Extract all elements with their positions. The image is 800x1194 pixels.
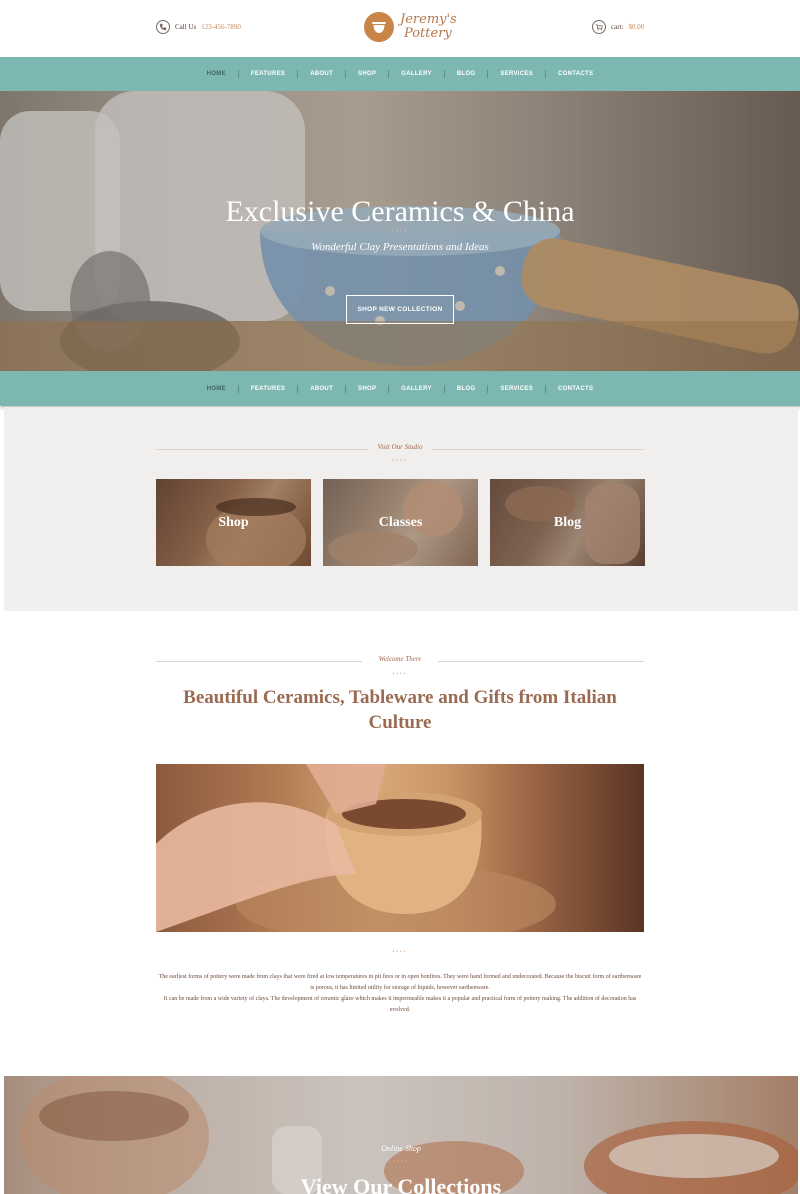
nav-blog[interactable]: BLOG [445, 71, 488, 77]
welcome-paragraph: The earliest forms of pottery were made … [156, 972, 644, 1016]
online-shop-label: Online Shop [381, 1144, 421, 1153]
cart-amount: $0.00 [628, 23, 645, 31]
studio-label: Visit Our Studio [377, 443, 423, 451]
nav-services[interactable]: SERVICES [488, 71, 545, 77]
tile-blog[interactable]: Blog [490, 479, 645, 566]
studio-dots: •••• [392, 459, 408, 464]
logo-text: Jeremy's Pottery [400, 13, 457, 41]
shop-new-collection-button[interactable]: SHOP NEW COLLECTION [346, 295, 454, 324]
site-logo[interactable]: Jeremy's Pottery [364, 12, 457, 42]
nav-gallery[interactable]: GALLERY [389, 386, 444, 392]
logo-line-1: Jeremy's [400, 12, 457, 27]
pottery-wheel-illustration [156, 764, 556, 932]
hero-subtitle: Wonderful Clay Presentations and Ideas [311, 241, 489, 253]
nav-home[interactable]: HOME [195, 386, 238, 392]
collection-dots: •••• [393, 1160, 409, 1165]
studio-section: Visit Our Studio •••• Shop Classes Blog [4, 407, 798, 611]
sticky-nav: HOME FEATURES ABOUT SHOP GALLERY BLOG SE… [0, 371, 800, 406]
welcome-title: Beautiful Ceramics, Tableware and Gifts … [183, 687, 617, 733]
hero-banner: Exclusive Ceramics & China •••• Wonderfu… [0, 91, 800, 371]
nav-shop[interactable]: SHOP [346, 71, 388, 77]
call-us[interactable]: Call Us 123-456-7890 [156, 20, 241, 34]
nav-services[interactable]: SERVICES [488, 386, 545, 392]
nav-blog[interactable]: BLOG [445, 386, 488, 392]
nav-about[interactable]: ABOUT [298, 386, 345, 392]
nav-features[interactable]: FEATURES [239, 386, 297, 392]
paragraph-dots: •••• [392, 950, 408, 955]
pot-icon [364, 12, 394, 42]
tile-shop[interactable]: Shop [156, 479, 311, 566]
nav-shop[interactable]: SHOP [346, 386, 388, 392]
welcome-dots: •••• [392, 672, 408, 677]
nav-contacts[interactable]: CONTACTS [546, 386, 605, 392]
logo-line-2: Pottery [404, 26, 452, 41]
pottery-wheel-image [156, 764, 644, 932]
welcome-label: Welcome There [378, 655, 422, 663]
cart-label: cart: [611, 23, 624, 31]
nav-contacts[interactable]: CONTACTS [546, 71, 605, 77]
hero-divider-dots: •••• [391, 229, 409, 235]
site-header: Call Us 123-456-7890 Jeremy's Pottery ca… [0, 0, 800, 57]
cart-link[interactable]: cart: $0.00 [592, 20, 644, 34]
welcome-paragraph-1: The earliest forms of pottery were made … [158, 974, 642, 991]
nav-home[interactable]: HOME [195, 71, 238, 77]
nav-about[interactable]: ABOUT [298, 71, 345, 77]
collections-banner: Online Shop •••• View Our Collections [4, 1076, 798, 1194]
tile-blog-label: Blog [553, 514, 582, 530]
welcome-paragraph-2: It can be made from a wide variety of cl… [163, 996, 637, 1013]
hero-title: Exclusive Ceramics & China [225, 195, 575, 228]
tile-shop-label: Shop [218, 514, 249, 530]
cart-icon [592, 20, 606, 34]
main-nav: HOME FEATURES ABOUT SHOP GALLERY BLOG SE… [0, 57, 800, 91]
phone-icon [156, 20, 170, 34]
nav-gallery[interactable]: GALLERY [389, 71, 444, 77]
tile-classes[interactable]: Classes [323, 479, 478, 566]
tile-classes-label: Classes [378, 514, 423, 530]
nav-features[interactable]: FEATURES [239, 71, 297, 77]
call-us-label: Call Us [175, 23, 197, 31]
phone-number[interactable]: 123-456-7890 [201, 23, 241, 31]
collections-title: View Our Collections [300, 1174, 502, 1194]
